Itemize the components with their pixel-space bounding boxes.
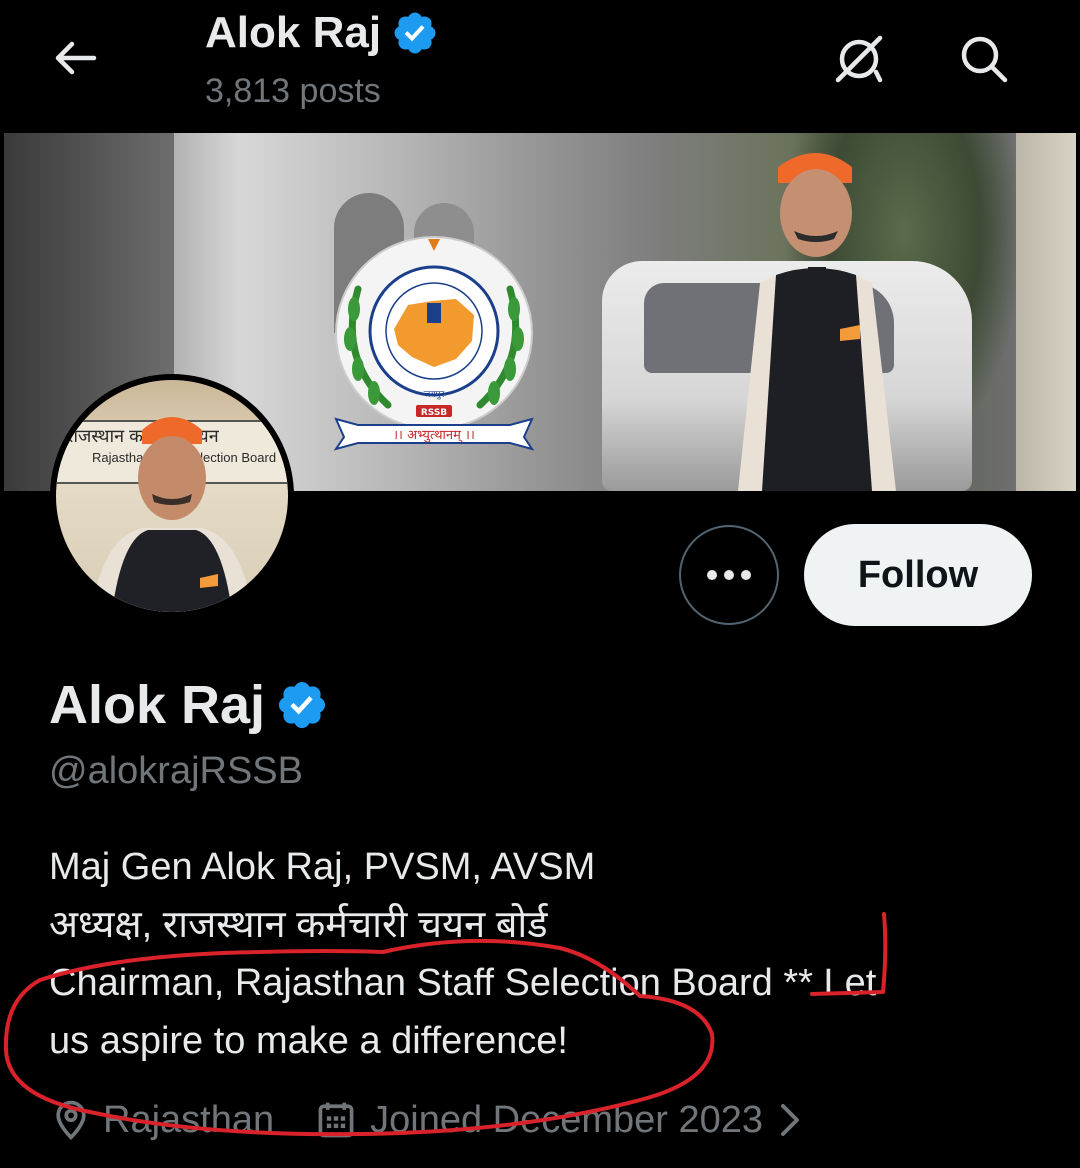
more-options-icon: [707, 570, 751, 580]
profile-location: Rajasthan: [103, 1098, 275, 1141]
grok-icon[interactable]: [832, 32, 886, 86]
bio-line: us aspire to make a difference!: [49, 1020, 568, 1062]
follow-button[interactable]: Follow: [804, 524, 1032, 626]
verified-badge-icon[interactable]: [275, 678, 329, 732]
bio-line: अध्यक्ष, राजस्थान कर्मचारी चयन बोर्ड: [49, 904, 548, 946]
search-icon[interactable]: [957, 32, 1011, 86]
avatar-person-figure: [92, 417, 252, 612]
profile-handle: @alokrajRSSB: [49, 750, 303, 792]
more-options-button[interactable]: [679, 525, 779, 625]
header-title: Alok Raj: [205, 8, 439, 58]
logo-motto-text: ।। अभ्युत्थानम् ।।: [393, 428, 475, 443]
profile-header-bar: Alok Raj 3,813 posts: [0, 0, 1080, 130]
bio-line: Maj Gen Alok Raj, PVSM, AVSM: [49, 846, 596, 888]
back-arrow-icon[interactable]: [50, 34, 98, 82]
banner-person-figure: [738, 153, 896, 491]
logo-abbr-text: RSSB: [421, 408, 447, 418]
header-name: Alok Raj: [205, 8, 382, 57]
profile-bio: Maj Gen Alok Raj, PVSM, AVSM अध्यक्ष, रा…: [49, 838, 1039, 1070]
avatar-photo: राजस्थान कर्मचारी चयन Rajasthan Staff Se…: [56, 380, 288, 612]
banner-pillar: [1016, 133, 1076, 491]
bio-line: Chairman, Rajasthan Staff Selection Boar…: [49, 962, 877, 1004]
location-pin-icon: [56, 1100, 86, 1140]
profile-meta-row: Rajasthan Joined December 2023: [49, 1098, 803, 1142]
calendar-icon: [318, 1102, 354, 1138]
rssb-emblem-logo: जयपुर RSSB ।। अभ्युत्थानम् ।।: [333, 236, 535, 451]
profile-display-name: Alok Raj: [49, 675, 266, 735]
profile-joined-date: Joined December 2023: [370, 1098, 764, 1141]
verified-badge-icon[interactable]: [391, 9, 439, 57]
profile-display-name-row: Alok Raj: [49, 674, 329, 736]
chevron-right-icon[interactable]: [777, 1100, 803, 1140]
profile-avatar[interactable]: राजस्थान कर्मचारी चयन Rajasthan Staff Se…: [50, 374, 294, 618]
header-post-count: 3,813 posts: [205, 72, 381, 110]
logo-city-text: जयपुर: [424, 390, 445, 400]
